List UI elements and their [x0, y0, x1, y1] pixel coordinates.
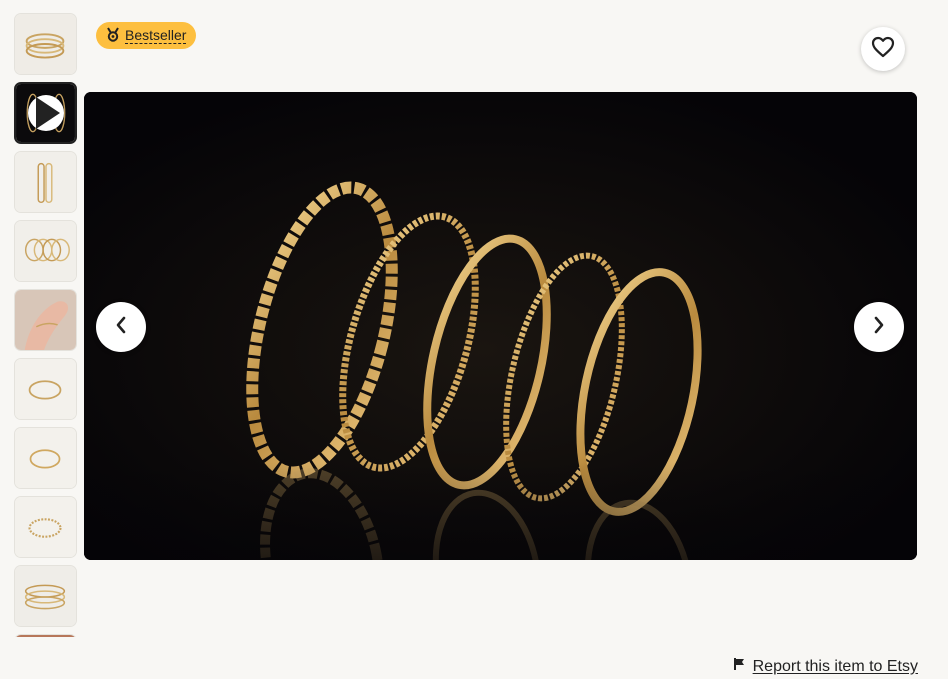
- thumbnail-ring-set[interactable]: [14, 565, 77, 627]
- chevron-left-icon: [115, 316, 127, 339]
- next-image-button[interactable]: [854, 302, 904, 352]
- thumbnail-hand-wearing[interactable]: [14, 289, 77, 351]
- heart-outline-icon: [871, 36, 895, 63]
- thumbnail-ring-stack[interactable]: [14, 13, 77, 75]
- chevron-right-icon: [873, 316, 885, 339]
- flag-icon: [733, 657, 747, 676]
- report-item-label[interactable]: Report this item to Etsy: [753, 658, 918, 676]
- main-media-viewer[interactable]: [84, 92, 917, 560]
- product-video-frame: [84, 92, 917, 560]
- thumbnail-rings-vertical[interactable]: [14, 151, 77, 213]
- listing-image-gallery: Bestseller Report this item to Etsy: [0, 0, 948, 679]
- bestseller-badge[interactable]: Bestseller: [96, 22, 197, 49]
- thumbnail-single-ring-2[interactable]: [14, 427, 77, 489]
- report-item-link[interactable]: Report this item to Etsy: [733, 657, 918, 676]
- previous-image-button[interactable]: [96, 302, 146, 352]
- thumbnail-beaded-ring[interactable]: [14, 496, 77, 558]
- thumbnail-partial[interactable]: [14, 634, 77, 637]
- thumbnail-video[interactable]: [14, 82, 77, 144]
- thumbnail-single-ring[interactable]: [14, 358, 77, 420]
- thumbnail-rings-fanned[interactable]: [14, 220, 77, 282]
- play-icon[interactable]: [27, 95, 64, 131]
- thumbnail-strip[interactable]: [14, 13, 78, 637]
- favorite-button[interactable]: [861, 27, 905, 71]
- medal-icon: [106, 26, 120, 45]
- bestseller-label: Bestseller: [125, 26, 187, 44]
